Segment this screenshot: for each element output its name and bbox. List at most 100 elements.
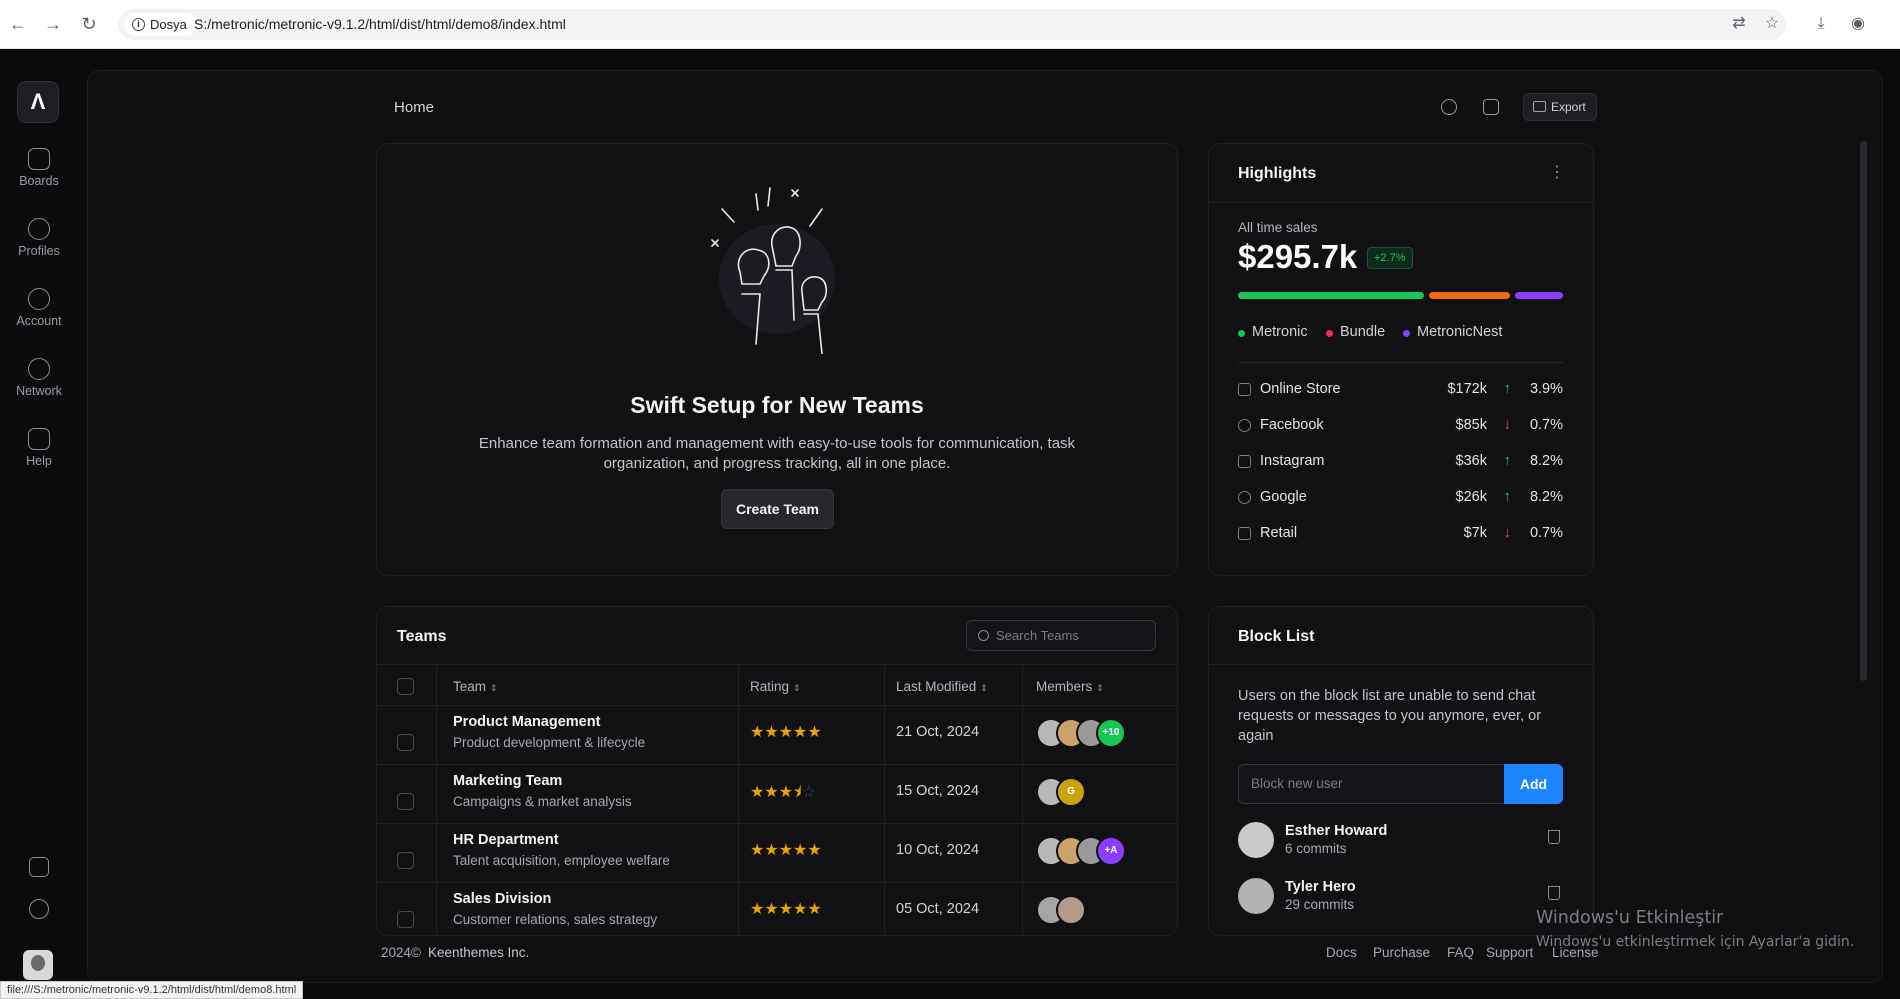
team-description: Talent acquisition, employee welfare — [453, 853, 670, 868]
notifications-icon[interactable] — [1483, 99, 1499, 115]
channel-percent: 0.7% — [1529, 417, 1563, 433]
column-header-rating[interactable]: Rating ⇕ — [750, 679, 801, 694]
footer-link-support[interactable]: Support — [1486, 945, 1533, 960]
channel-amount: $7k — [1463, 525, 1487, 541]
channel-percent: 8.2% — [1529, 489, 1563, 505]
forward-icon[interactable]: → — [43, 14, 63, 34]
channel-amount: $172k — [1447, 381, 1487, 397]
highlights-title: Highlights — [1238, 165, 1317, 182]
scrollbar[interactable] — [1860, 141, 1867, 681]
team-description: Campaigns & market analysis — [453, 794, 632, 809]
block-list-description: Users on the block list are unable to se… — [1238, 688, 1542, 744]
reload-icon[interactable]: ↻ — [79, 14, 99, 34]
activation-watermark-subtitle: Windows'u etkinleştirmek için Ayarlar'a … — [1536, 934, 1855, 950]
block-user-input[interactable]: Block new user — [1238, 764, 1506, 804]
settings-icon[interactable] — [29, 899, 49, 919]
row-checkbox[interactable] — [397, 793, 414, 810]
search-icon[interactable] — [1441, 99, 1457, 115]
arrow-up-icon: ↑ — [1503, 452, 1512, 469]
create-team-button[interactable]: Create Team — [721, 489, 834, 529]
team-name[interactable]: Product Management — [453, 714, 600, 730]
rating-stars: ★★★★★ — [750, 724, 822, 741]
add-button[interactable]: Add — [1504, 764, 1563, 804]
footer-link-docs[interactable]: Docs — [1326, 945, 1357, 960]
divider — [1209, 664, 1593, 665]
column-header-last-modified[interactable]: Last Modified ⇕ — [896, 679, 988, 694]
footer-link-purchase[interactable]: Purchase — [1373, 945, 1430, 960]
avatar — [1238, 878, 1274, 914]
instagram-icon — [1238, 455, 1251, 468]
hero-description: Enhance team formation and management wi… — [478, 435, 1076, 472]
footer-link-faq[interactable]: FAQ — [1447, 945, 1474, 960]
select-all-checkbox[interactable] — [397, 678, 414, 695]
sidebar-item-profiles[interactable]: Profiles — [0, 218, 78, 258]
profile-icon[interactable]: ◉ — [1848, 14, 1868, 34]
network-icon — [28, 358, 50, 380]
divider — [377, 664, 1177, 665]
highlight-row: Retail $7k ↓ 0.7% — [1238, 524, 1563, 545]
star-icon[interactable]: ☆ — [1762, 14, 1782, 34]
translate-icon[interactable]: ⇄ — [1729, 14, 1749, 34]
rating-stars: ★★★★★ — [750, 842, 822, 859]
teams-title: Teams — [397, 628, 447, 645]
row-checkbox[interactable] — [397, 852, 414, 869]
sidebar-item-label: Help — [26, 454, 52, 468]
channel-name: Online Store — [1260, 381, 1341, 397]
export-label: Export — [1551, 100, 1586, 114]
back-icon[interactable]: ← — [8, 14, 28, 34]
user-commits: 6 commits — [1285, 841, 1347, 856]
team-description: Customer relations, sales strategy — [453, 912, 658, 927]
row-checkbox[interactable] — [397, 911, 414, 928]
url-text[interactable]: S:/metronic/metronic-v9.1.2/html/dist/ht… — [194, 9, 566, 40]
sidebar-item-account[interactable]: Account — [0, 288, 78, 328]
avatar — [1238, 822, 1274, 858]
search-teams-input[interactable]: Search Teams — [966, 620, 1156, 651]
hero-title: Swift Setup for New Teams — [630, 392, 924, 418]
team-name[interactable]: Marketing Team — [453, 773, 562, 789]
chat-icon[interactable] — [29, 857, 49, 877]
column-header-members[interactable]: Members ⇕ — [1036, 679, 1104, 694]
page-title: Home — [394, 99, 435, 116]
last-modified: 10 Oct, 2024 — [896, 842, 980, 858]
divider — [377, 705, 1177, 706]
channel-name: Facebook — [1260, 417, 1324, 433]
footer-company[interactable]: Keenthemes Inc. — [428, 945, 529, 960]
column-header-team[interactable]: Team ⇕ — [453, 679, 498, 694]
avatar[interactable] — [23, 950, 53, 980]
rating-stars: ★★★★★ — [750, 901, 822, 918]
site-info-label: Dosya — [150, 17, 187, 32]
more-options-icon[interactable]: ⋮ — [1549, 165, 1565, 181]
divider — [377, 882, 1177, 883]
site-info-chip[interactable]: i Dosya — [124, 13, 197, 36]
sidebar: Λ Boards Profiles Account Network Help — [0, 49, 78, 999]
blocked-user: Esther Howard 6 commits — [1238, 822, 1568, 862]
blocked-user: Tyler Hero 29 commits — [1238, 878, 1568, 918]
avatar — [1056, 895, 1086, 925]
last-modified: 05 Oct, 2024 — [896, 901, 980, 917]
team-name[interactable]: Sales Division — [453, 891, 551, 907]
export-button[interactable]: Export — [1523, 93, 1597, 121]
activation-watermark-title: Windows'u Etkinleştir — [1536, 908, 1724, 928]
address-bar[interactable]: i Dosya S:/metronic/metronic-v9.1.2/html… — [118, 9, 1786, 40]
boards-icon — [28, 148, 50, 170]
team-description: Product development & lifecycle — [453, 735, 646, 750]
search-placeholder: Search Teams — [996, 628, 1079, 643]
arrow-up-icon: ↑ — [1503, 488, 1512, 505]
team-name[interactable]: HR Department — [453, 832, 559, 848]
avatar-count: +A — [1096, 836, 1126, 866]
sidebar-item-network[interactable]: Network — [0, 358, 78, 398]
user-commits: 29 commits — [1285, 897, 1355, 912]
highlight-row: Instagram $36k ↑ 8.2% — [1238, 452, 1563, 473]
sidebar-item-label: Profiles — [18, 244, 60, 258]
sidebar-item-boards[interactable]: Boards — [0, 148, 78, 188]
row-checkbox[interactable] — [397, 734, 414, 751]
trash-icon[interactable] — [1548, 886, 1560, 900]
logo[interactable]: Λ — [17, 81, 59, 123]
arrow-up-icon: ↑ — [1503, 380, 1512, 397]
download-icon[interactable]: ⤓ — [1811, 14, 1831, 34]
trash-icon[interactable] — [1548, 830, 1560, 844]
hero-card: Swift Setup for New Teams Enhance team f… — [376, 143, 1178, 576]
sidebar-item-help[interactable]: Help — [0, 428, 78, 468]
retail-icon — [1238, 527, 1251, 540]
sales-bar-bundle — [1429, 292, 1510, 299]
